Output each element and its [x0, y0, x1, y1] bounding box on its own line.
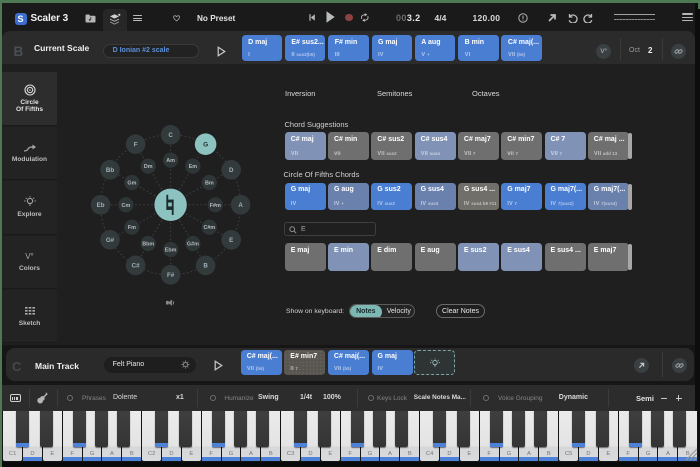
svg-text:Ebm: Ebm: [165, 248, 177, 254]
svg-text:G#m: G#m: [187, 242, 199, 248]
svg-text:Fm: Fm: [128, 225, 136, 231]
svg-text:Dm: Dm: [144, 164, 153, 170]
svg-text:Eb: Eb: [97, 202, 105, 209]
svg-text:Em: Em: [189, 164, 198, 170]
svg-text:Bbm: Bbm: [142, 242, 154, 248]
svg-text:Bb: Bb: [106, 167, 114, 174]
svg-text:F#: F#: [167, 272, 175, 279]
svg-text:F: F: [134, 142, 138, 149]
svg-text:E: E: [229, 237, 233, 244]
svg-text:C#m: C#m: [203, 225, 215, 231]
svg-text:Am: Am: [166, 158, 175, 164]
svg-text:F#m: F#m: [210, 203, 221, 209]
svg-text:A: A: [238, 202, 243, 209]
svg-text:G#: G#: [106, 237, 115, 244]
svg-text:Bm: Bm: [205, 181, 214, 187]
svg-text:C#: C#: [132, 263, 140, 270]
svg-text:G: G: [203, 142, 208, 149]
svg-text:Gm: Gm: [127, 181, 136, 187]
svg-text:B: B: [203, 263, 208, 270]
svg-text:C: C: [168, 132, 173, 139]
svg-text:Cm: Cm: [122, 203, 131, 209]
svg-text:D: D: [229, 167, 234, 174]
